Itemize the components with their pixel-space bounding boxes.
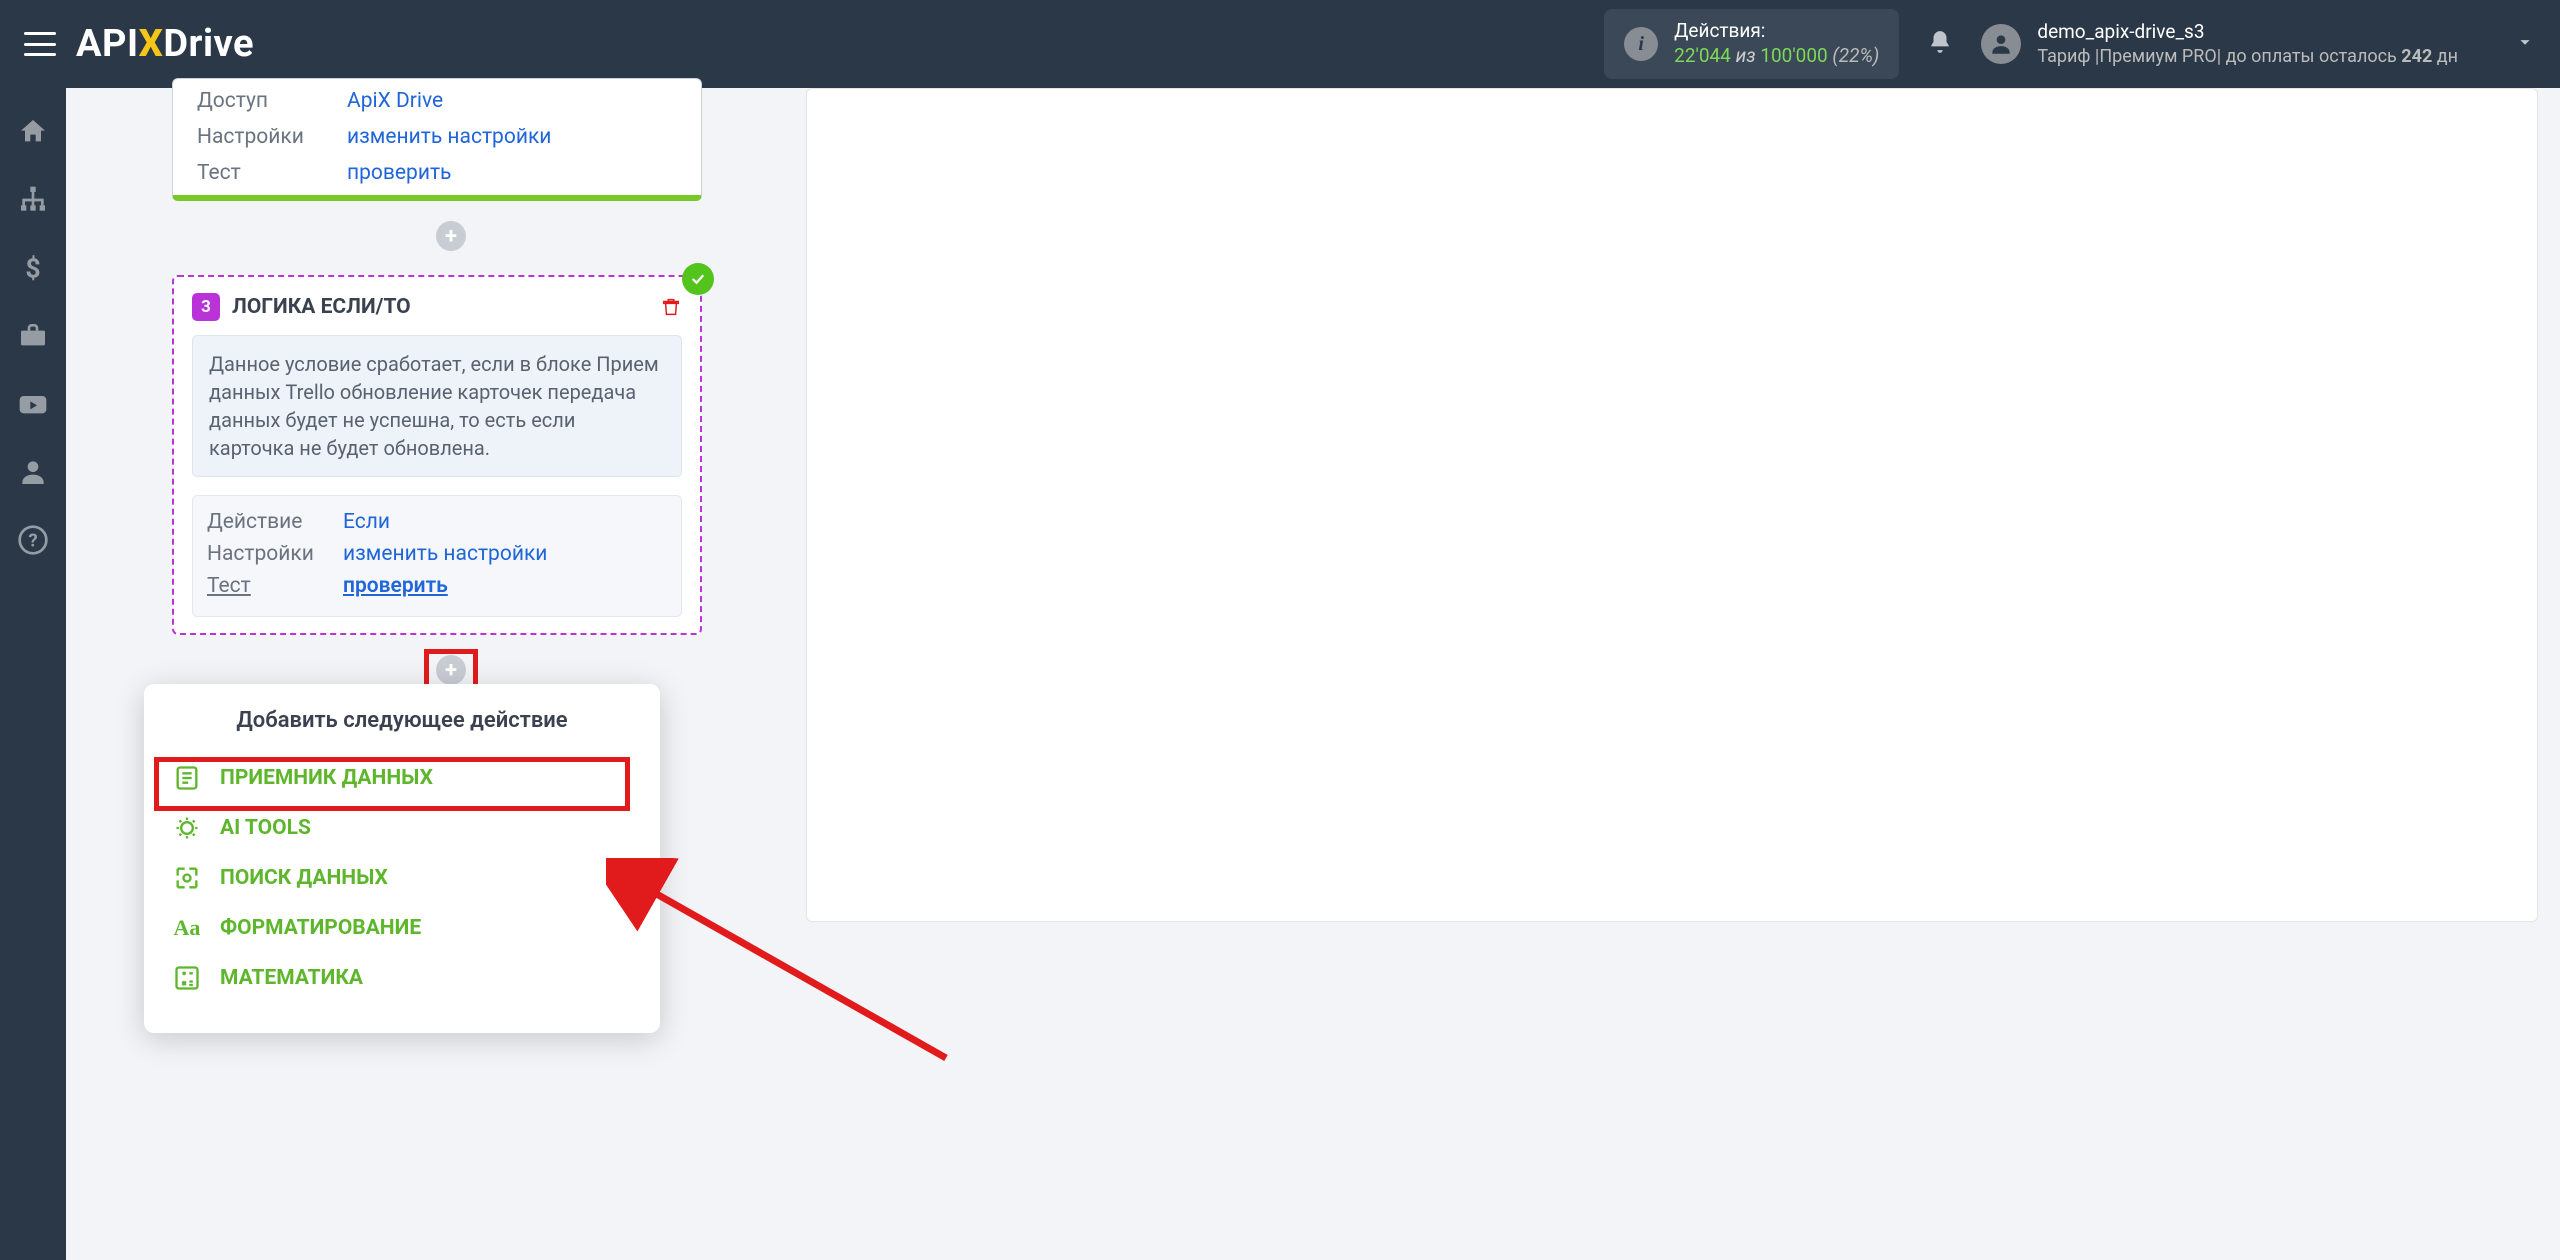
delete-icon[interactable]: [660, 296, 682, 318]
popup-title: Добавить следующее действие: [144, 708, 660, 733]
add-step-button-highlighted[interactable]: +: [436, 655, 466, 685]
format-icon: Aa: [172, 913, 202, 943]
actions-total: 100'000: [1760, 44, 1827, 67]
connections-icon[interactable]: [17, 184, 49, 216]
kv-key: Доступ: [173, 83, 323, 119]
highlight-box: [154, 757, 630, 811]
add-action-popup: Добавить следующее действие ПРИЕМНИК ДАН…: [144, 684, 660, 1033]
avatar-icon: [1981, 24, 2021, 64]
billing-icon[interactable]: $: [17, 252, 49, 284]
kv-key: Тест: [173, 155, 323, 191]
kv-link[interactable]: ApiX Drive: [347, 89, 443, 113]
bell-icon[interactable]: [1927, 29, 1953, 59]
actions-label: Действия:: [1674, 19, 1879, 44]
ai-icon: [172, 813, 202, 843]
card-title: ЛОГИКА ЕСЛИ/ТО: [232, 295, 648, 319]
briefcase-icon[interactable]: [17, 320, 49, 352]
actions-used: 22'044: [1674, 44, 1731, 67]
kv-link[interactable]: Если: [343, 510, 390, 534]
card-source-partial: Доступ ApiX Drive Настройки изменить настр…: [172, 78, 702, 201]
svg-text:$: $: [25, 252, 40, 284]
kv-key: Действие: [207, 510, 343, 534]
kv-link[interactable]: изменить настройки: [347, 125, 551, 149]
popup-item-label: МАТЕМАТИКА: [220, 966, 363, 990]
popup-item-data-search[interactable]: ПОИСК ДАННЫХ: [144, 853, 660, 903]
logo[interactable]: APIXDrive: [76, 22, 254, 66]
info-icon: [1624, 27, 1658, 61]
preview-panel: [806, 88, 2538, 922]
hamburger-icon[interactable]: [24, 28, 56, 60]
condition-note: Данное условие сработает, если в блоке П…: [192, 335, 682, 477]
chevron-down-icon[interactable]: [2514, 31, 2536, 57]
add-step-button[interactable]: +: [436, 221, 466, 251]
kv-key: Настройки: [173, 119, 323, 155]
video-icon[interactable]: [17, 388, 49, 420]
user-name: demo_apix-drive_s3: [2037, 20, 2458, 45]
popup-item-label: ПОИСК ДАННЫХ: [220, 866, 388, 890]
svg-text:?: ?: [28, 530, 37, 552]
tariff-text: Тариф |Премиум PRO| до оплаты осталось 2…: [2037, 45, 2458, 68]
popup-item-math[interactable]: МАТЕМАТИКА: [144, 953, 660, 1003]
popup-item-label: AI TOOLS: [220, 816, 311, 840]
popup-item-formatting[interactable]: Aa ФОРМАТИРОВАНИЕ: [144, 903, 660, 953]
account-icon[interactable]: [17, 456, 49, 488]
popup-item-label: ФОРМАТИРОВАНИЕ: [220, 916, 421, 940]
home-icon[interactable]: [17, 116, 49, 148]
kv-link[interactable]: проверить: [347, 161, 451, 185]
actions-pct: (22%): [1832, 44, 1879, 67]
side-nav: $ ?: [0, 88, 66, 1260]
kv-link[interactable]: изменить настройки: [343, 542, 547, 566]
actions-counter[interactable]: Действия: 22'044 из 100'000 (22%): [1604, 9, 1899, 78]
kv-key: Настройки: [207, 542, 343, 566]
status-check-icon: [682, 263, 714, 295]
math-icon: [172, 963, 202, 993]
step-number: 3: [192, 293, 220, 321]
user-menu[interactable]: demo_apix-drive_s3 Тариф |Премиум PRO| д…: [1981, 20, 2536, 68]
kv-link[interactable]: проверить: [343, 574, 448, 598]
help-icon[interactable]: ?: [17, 524, 49, 556]
search-box-icon: [172, 863, 202, 893]
card-logic-if: 3 ЛОГИКА ЕСЛИ/ТО Данное условие сработае…: [172, 275, 702, 635]
kv-key: Тест: [207, 574, 343, 598]
top-nav: APIXDrive Действия: 22'044 из 100'000 (2…: [0, 0, 2560, 88]
actions-of: из: [1736, 44, 1756, 67]
